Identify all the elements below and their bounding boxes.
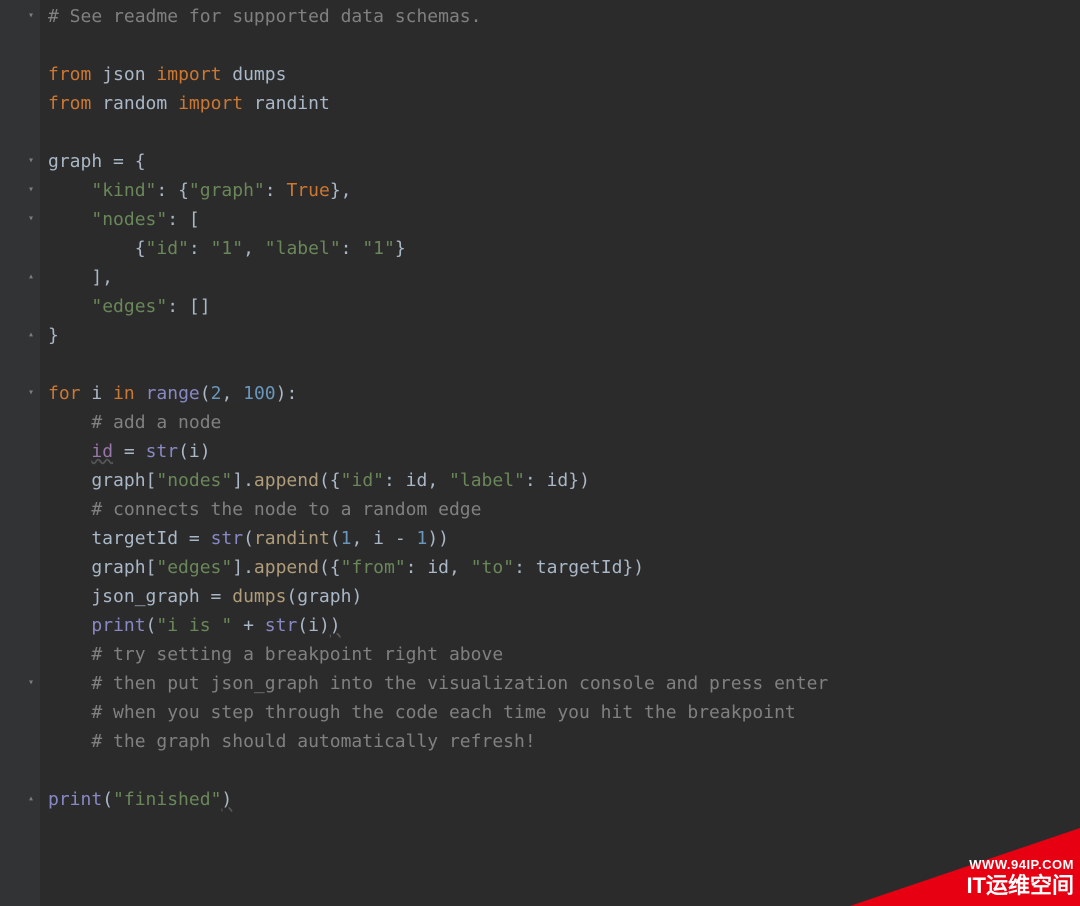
code-line: # when you step through the code each ti… bbox=[48, 702, 796, 723]
code-line: ], bbox=[48, 267, 113, 288]
code-line: # connects the node to a random edge bbox=[48, 499, 481, 520]
code-editor[interactable]: # See readme for supported data schemas.… bbox=[0, 0, 1080, 906]
code-line: # add a node bbox=[48, 412, 221, 433]
fold-marker-icon[interactable]: ▾ bbox=[28, 214, 34, 224]
fold-marker-icon[interactable]: ▴ bbox=[28, 272, 34, 282]
code-area[interactable]: # See readme for supported data schemas.… bbox=[48, 0, 1080, 906]
kw-from: from bbox=[48, 93, 91, 114]
code-line: # the graph should automatically refresh… bbox=[48, 731, 536, 752]
fold-marker-icon[interactable]: ▴ bbox=[28, 794, 34, 804]
gutter bbox=[0, 0, 40, 906]
code-line: # then put json_graph into the visualiza… bbox=[48, 673, 828, 694]
fold-marker-icon[interactable]: ▾ bbox=[28, 11, 34, 21]
kw-from: from bbox=[48, 64, 91, 85]
code-content[interactable]: # See readme for supported data schemas.… bbox=[48, 2, 1080, 814]
kw-in: in bbox=[113, 383, 135, 404]
fold-marker-icon[interactable]: ▾ bbox=[28, 156, 34, 166]
kw-import: import bbox=[178, 93, 243, 114]
kw-import: import bbox=[156, 64, 221, 85]
code-line: # try setting a breakpoint right above bbox=[48, 644, 503, 665]
fold-marker-icon[interactable]: ▾ bbox=[28, 185, 34, 195]
fold-marker-icon[interactable]: ▾ bbox=[28, 678, 34, 688]
fold-marker-icon[interactable]: ▾ bbox=[28, 388, 34, 398]
code-line: graph = { bbox=[48, 151, 146, 172]
code-line: # See readme for supported data schemas. bbox=[48, 6, 481, 27]
kw-for: for bbox=[48, 383, 81, 404]
fold-marker-icon[interactable]: ▴ bbox=[28, 330, 34, 340]
code-line: } bbox=[48, 325, 59, 346]
